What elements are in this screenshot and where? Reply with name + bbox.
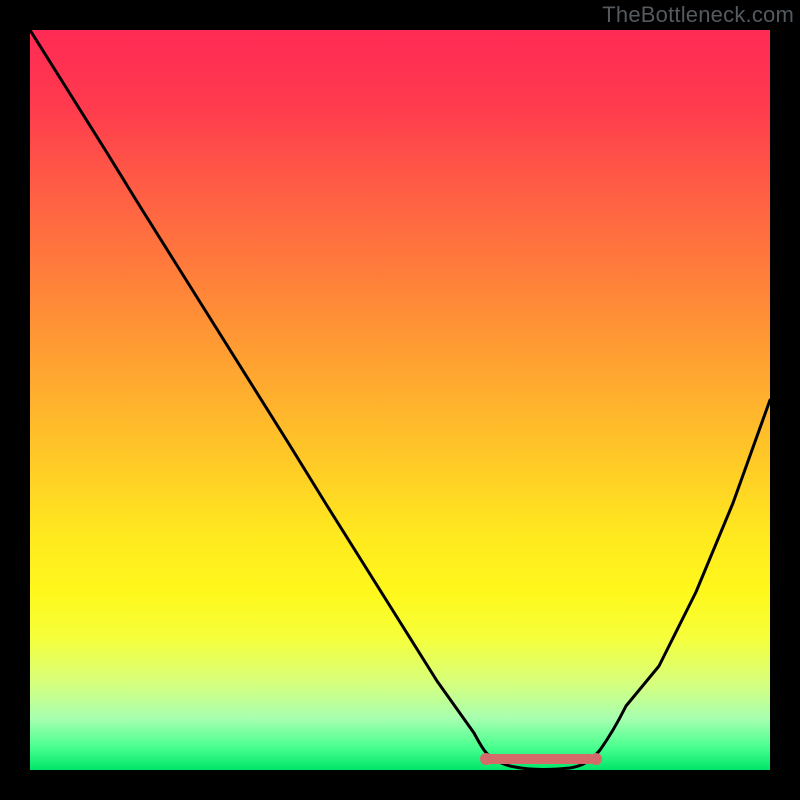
baseline-highlight	[485, 754, 595, 764]
watermark-text: TheBottleneck.com	[602, 2, 794, 28]
curve-path	[30, 30, 770, 769]
bottleneck-curve	[30, 30, 770, 770]
plot-area	[30, 30, 770, 770]
baseline-endcap-right	[590, 753, 602, 765]
baseline-endcap-left	[480, 753, 492, 765]
chart-frame: TheBottleneck.com	[0, 0, 800, 800]
